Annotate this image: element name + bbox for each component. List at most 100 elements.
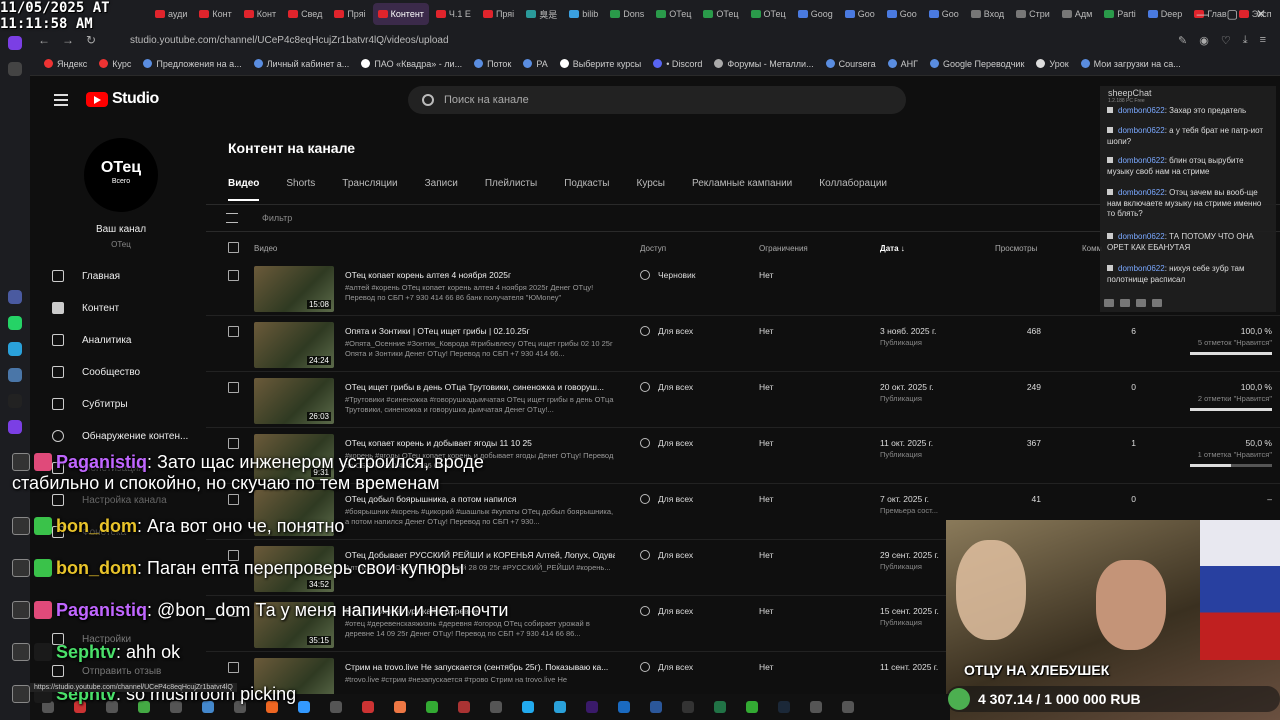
app-icon[interactable] (586, 701, 598, 713)
bookmark[interactable]: АНГ (887, 59, 918, 69)
browser-tab[interactable]: Пряі (478, 3, 519, 25)
bookmark[interactable]: Google Переводчик (930, 59, 1024, 69)
row-checkbox[interactable] (228, 326, 239, 337)
visibility[interactable]: Черновик (640, 270, 696, 280)
app-icon[interactable] (362, 701, 374, 713)
browser-tab[interactable]: Конт (194, 3, 236, 25)
sidebar-item-analytics[interactable]: Аналитика (52, 330, 132, 350)
browser-tab[interactable]: Parti (1099, 3, 1141, 25)
browser-tab[interactable]: 臭是 (521, 3, 562, 25)
sidebar-item-feedback[interactable]: Отправить отзыв (52, 661, 161, 681)
visibility[interactable]: Для всех (640, 606, 693, 616)
browser-tab[interactable]: Свед (283, 3, 327, 25)
bookmark[interactable]: Выберите курсы (559, 59, 641, 69)
table-row[interactable]: 26:03 ОТец ищет грибы в день ОТца Трутови… (206, 372, 1280, 428)
tab-promotions[interactable]: Рекламные кампании (692, 178, 792, 201)
browser-tab[interactable]: Dons (605, 3, 649, 25)
filter-icon[interactable] (226, 213, 238, 223)
video-thumbnail[interactable]: 15:08 (254, 266, 334, 312)
camera-icon[interactable]: ◉ (1199, 34, 1209, 47)
star-icon[interactable] (8, 62, 22, 76)
menu-icon[interactable] (54, 94, 68, 106)
bookmark[interactable]: Форумы - Металли... (714, 59, 814, 69)
app-icon[interactable] (618, 701, 630, 713)
app-icon[interactable] (682, 701, 694, 713)
browser-tab[interactable]: Стри (1011, 3, 1055, 25)
visibility[interactable]: Для всех (640, 662, 693, 672)
back-icon[interactable]: ← (38, 33, 50, 47)
browser-tab-active[interactable]: Контент (372, 3, 429, 25)
browser-tab[interactable]: ОТец (698, 3, 743, 25)
video-title[interactable]: ОТец копает корень и добывает ягоды 11 1… (345, 438, 615, 448)
bookmark[interactable]: Мои загрузки на са... (1080, 59, 1181, 69)
bookmark[interactable]: Яндекс (44, 59, 87, 69)
bookmark[interactable]: РА (523, 59, 548, 69)
visibility[interactable]: Для всех (640, 326, 693, 336)
visibility[interactable]: Для всех (640, 438, 693, 448)
app-icon[interactable] (394, 701, 406, 713)
studio-logo[interactable]: Studio (86, 90, 159, 108)
video-thumbnail[interactable]: 24:24 (254, 322, 334, 368)
bookmark[interactable]: Coursera (825, 59, 876, 69)
tab-posts[interactable]: Записи (425, 178, 458, 201)
tab-videos[interactable]: Видео (228, 178, 260, 201)
tab-collaborations[interactable]: Коллаборации (819, 178, 887, 201)
channel-avatar[interactable]: ОТец Всего (84, 138, 158, 212)
excel-icon[interactable] (714, 701, 726, 713)
menu-icon[interactable]: ≡ (1260, 34, 1266, 47)
browser-tab[interactable]: Конт (239, 3, 281, 25)
browser-tab[interactable]: Ч.1 Е (431, 3, 476, 25)
maximize-icon[interactable]: ▢ (1227, 7, 1238, 21)
settings-icon[interactable] (1120, 299, 1130, 307)
browser-tab[interactable]: Goo (924, 3, 964, 25)
sidebar-item-detection[interactable]: Обнаружение контен... (52, 426, 188, 446)
select-all-checkbox[interactable] (228, 242, 239, 253)
row-checkbox[interactable] (228, 382, 239, 393)
telegram-icon[interactable] (8, 342, 22, 356)
app-icon[interactable] (746, 701, 758, 713)
video-title[interactable]: ОТец ищет грибы в день ОТца Трутовики, с… (345, 382, 615, 392)
table-row[interactable]: 24:24 Опята и Зонтики | ОТец ищет грибы |… (206, 316, 1280, 372)
app-icon[interactable] (458, 701, 470, 713)
bookmark[interactable]: Личный кабинет а... (253, 59, 349, 69)
browser-tab[interactable]: Goo (882, 3, 922, 25)
whatsapp-icon[interactable] (8, 316, 22, 330)
browser-tab[interactable]: ОТец (746, 3, 791, 25)
bookmark[interactable]: • Discord (653, 59, 702, 69)
tab-live[interactable]: Трансляции (342, 178, 397, 201)
browser-tab[interactable]: bilib (564, 3, 603, 25)
bookmark[interactable]: Предложения на а... (143, 59, 242, 69)
camera-icon[interactable] (1104, 299, 1114, 307)
vk-icon[interactable] (8, 368, 22, 382)
search-input[interactable]: Поиск на канале (408, 86, 906, 114)
settings-icon[interactable] (1152, 299, 1162, 307)
instagram-icon[interactable] (8, 420, 22, 434)
app-icon[interactable] (298, 701, 310, 713)
sidebar-item-content[interactable]: Контент (52, 298, 119, 318)
bookmark[interactable]: Урок (1036, 59, 1069, 69)
browser-tab[interactable]: Адм (1057, 3, 1097, 25)
visibility[interactable]: Для всех (640, 550, 693, 560)
tab-shorts[interactable]: Shorts (286, 178, 315, 201)
browser-tab[interactable]: ауди (150, 3, 192, 25)
tab-courses[interactable]: Курсы (637, 178, 665, 201)
video-thumbnail[interactable]: 26:03 (254, 378, 334, 424)
download-icon[interactable]: ⤓ (1243, 34, 1248, 47)
profile-icon[interactable] (8, 36, 22, 50)
row-checkbox[interactable] (228, 494, 239, 505)
tab-playlists[interactable]: Плейлисты (485, 178, 537, 201)
app-icon[interactable] (522, 701, 534, 713)
visibility[interactable]: Для всех (640, 494, 693, 504)
reload-icon[interactable]: ↻ (86, 33, 96, 47)
app-icon[interactable] (426, 701, 438, 713)
row-checkbox[interactable] (228, 270, 239, 281)
browser-tab[interactable]: Вход (966, 3, 1009, 25)
sidebar-item-community[interactable]: Сообщество (52, 362, 140, 382)
x-icon[interactable] (8, 394, 22, 408)
video-title[interactable]: ОТец копает корень алтея 4 ноября 2025г (345, 270, 615, 280)
app-icon[interactable] (842, 701, 854, 713)
browser-tab[interactable]: ОТец (651, 3, 696, 25)
column-date[interactable]: Дата ↓ (880, 244, 905, 253)
video-title[interactable]: ОТец добыл боярышника, а потом напился (345, 494, 615, 504)
forward-icon[interactable]: → (62, 33, 74, 47)
